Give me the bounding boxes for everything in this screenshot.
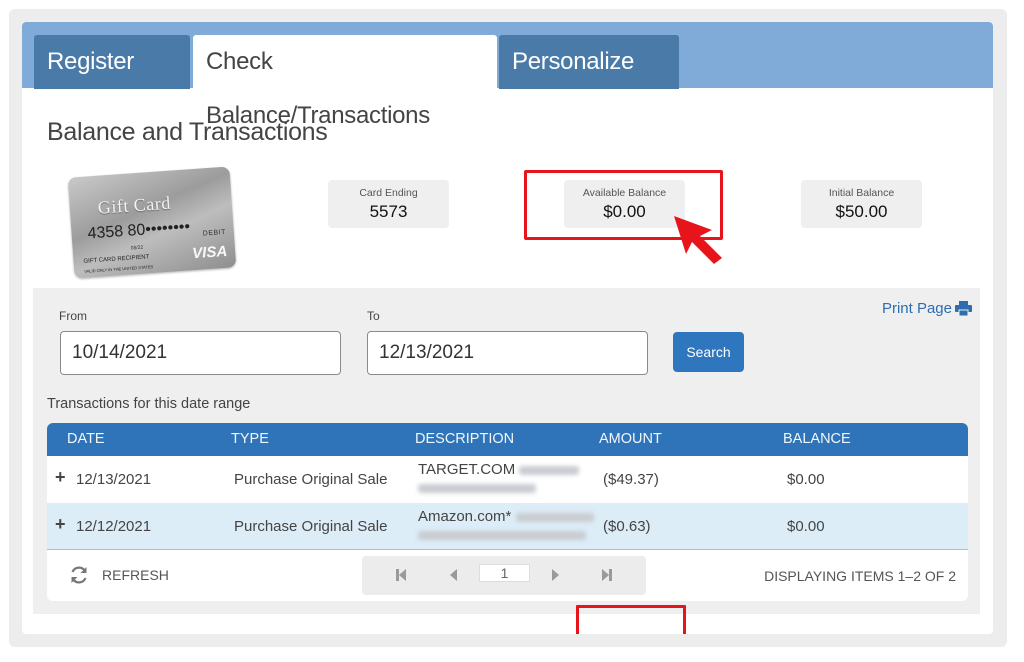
row-description: TARGET.COM (418, 461, 580, 497)
row-amount: ($49.37) (603, 471, 659, 488)
row-description-text: TARGET.COM (418, 461, 516, 478)
column-header-description[interactable]: DESCRIPTION (415, 431, 514, 447)
card-ending-box: Card Ending 5573 (328, 180, 449, 228)
card-ending-label: Card Ending (359, 187, 418, 199)
tab-personalize-pin[interactable]: Personalize PIN (499, 35, 679, 129)
tab-bar: Register Card Check Balance/Transactions… (22, 22, 993, 129)
previous-page-icon[interactable] (447, 567, 461, 583)
print-page-link[interactable]: Print Page (882, 300, 972, 317)
pagination (362, 556, 646, 595)
to-date-input[interactable] (367, 331, 648, 375)
redacted-text (519, 465, 580, 475)
first-page-icon[interactable] (394, 567, 408, 583)
row-description: Amazon.com* (418, 508, 594, 544)
from-label: From (59, 309, 87, 323)
table-header: DATE TYPE DESCRIPTION AMOUNT BALANCE (47, 423, 968, 456)
refresh-icon (71, 566, 87, 584)
expand-row-icon[interactable]: + (55, 467, 66, 488)
expand-row-icon[interactable]: + (55, 514, 66, 535)
page-number-input[interactable] (479, 564, 530, 582)
gift-card-valid-notice: VALID ONLY IN THE UNITED STATES (84, 264, 154, 274)
row-description-text: Amazon.com* (418, 508, 512, 525)
row-date: 12/13/2021 (76, 471, 152, 488)
column-header-amount[interactable]: AMOUNT (599, 431, 662, 447)
tab-check-balance[interactable]: Check Balance/Transactions (193, 35, 497, 129)
gift-card-title: Gift Card (97, 192, 172, 218)
initial-balance-value: $50.00 (835, 202, 888, 221)
amount-highlight-annotation (576, 605, 686, 634)
pagination-info: DISPLAYING ITEMS 1–2 OF 2 (764, 568, 956, 584)
initial-balance-box: Initial Balance $50.00 (801, 180, 922, 228)
balance-panel: Register Card Check Balance/Transactions… (22, 22, 993, 634)
printer-icon (955, 301, 972, 316)
gift-card-recipient: GIFT CARD RECIPIENT (83, 254, 150, 265)
next-page-icon[interactable] (548, 567, 562, 583)
transactions-table: DATE TYPE DESCRIPTION AMOUNT BALANCE + 1… (47, 423, 968, 601)
transactions-caption: Transactions for this date range (47, 396, 251, 412)
row-amount: ($0.63) (603, 518, 651, 535)
last-page-icon[interactable] (600, 567, 614, 583)
page-title: Balance and Transactions (47, 118, 328, 146)
refresh-label: REFRESH (102, 567, 169, 583)
initial-balance-label: Initial Balance (828, 187, 895, 199)
print-page-label: Print Page (881, 300, 952, 317)
row-date: 12/12/2021 (76, 518, 152, 535)
row-balance: $0.00 (787, 518, 825, 535)
visa-logo: VISA (191, 242, 228, 263)
card-ending-value: 5573 (369, 202, 408, 221)
redacted-text (418, 530, 586, 540)
table-footer: REFRESH 1 DISPLAYING ITEMS 1–2 OF 2 (47, 551, 968, 601)
search-button[interactable]: Search (673, 332, 744, 372)
red-arrow-pointer-icon (674, 216, 722, 264)
table-row[interactable]: + 12/12/2021 Purchase Original Sale Amaz… (47, 503, 968, 550)
redacted-text (418, 483, 536, 493)
filter-area: From To Search Print Page Transactions f… (33, 288, 980, 634)
column-header-type[interactable]: TYPE (231, 431, 269, 447)
gift-card-number: 4358 80•••••••• (87, 218, 191, 243)
column-header-balance[interactable]: BALANCE (783, 431, 851, 447)
refresh-button[interactable]: REFRESH (69, 565, 169, 585)
row-type: Purchase Original Sale (234, 518, 388, 535)
row-type: Purchase Original Sale (234, 471, 388, 488)
gift-card-type: DEBIT (202, 228, 227, 238)
to-label: To (367, 309, 380, 323)
table-row[interactable]: + 12/13/2021 Purchase Original Sale TARG… (47, 456, 968, 503)
tab-register-card[interactable]: Register Card (34, 35, 190, 129)
row-balance: $0.00 (787, 471, 825, 488)
redacted-text (515, 512, 594, 522)
from-date-input[interactable] (60, 331, 341, 375)
gift-card-expiry: 08/22 (130, 244, 144, 252)
column-header-date[interactable]: DATE (67, 431, 105, 447)
gift-card-image: Gift Card 4358 80•••••••• DEBIT 08/22 GI… (67, 166, 237, 279)
